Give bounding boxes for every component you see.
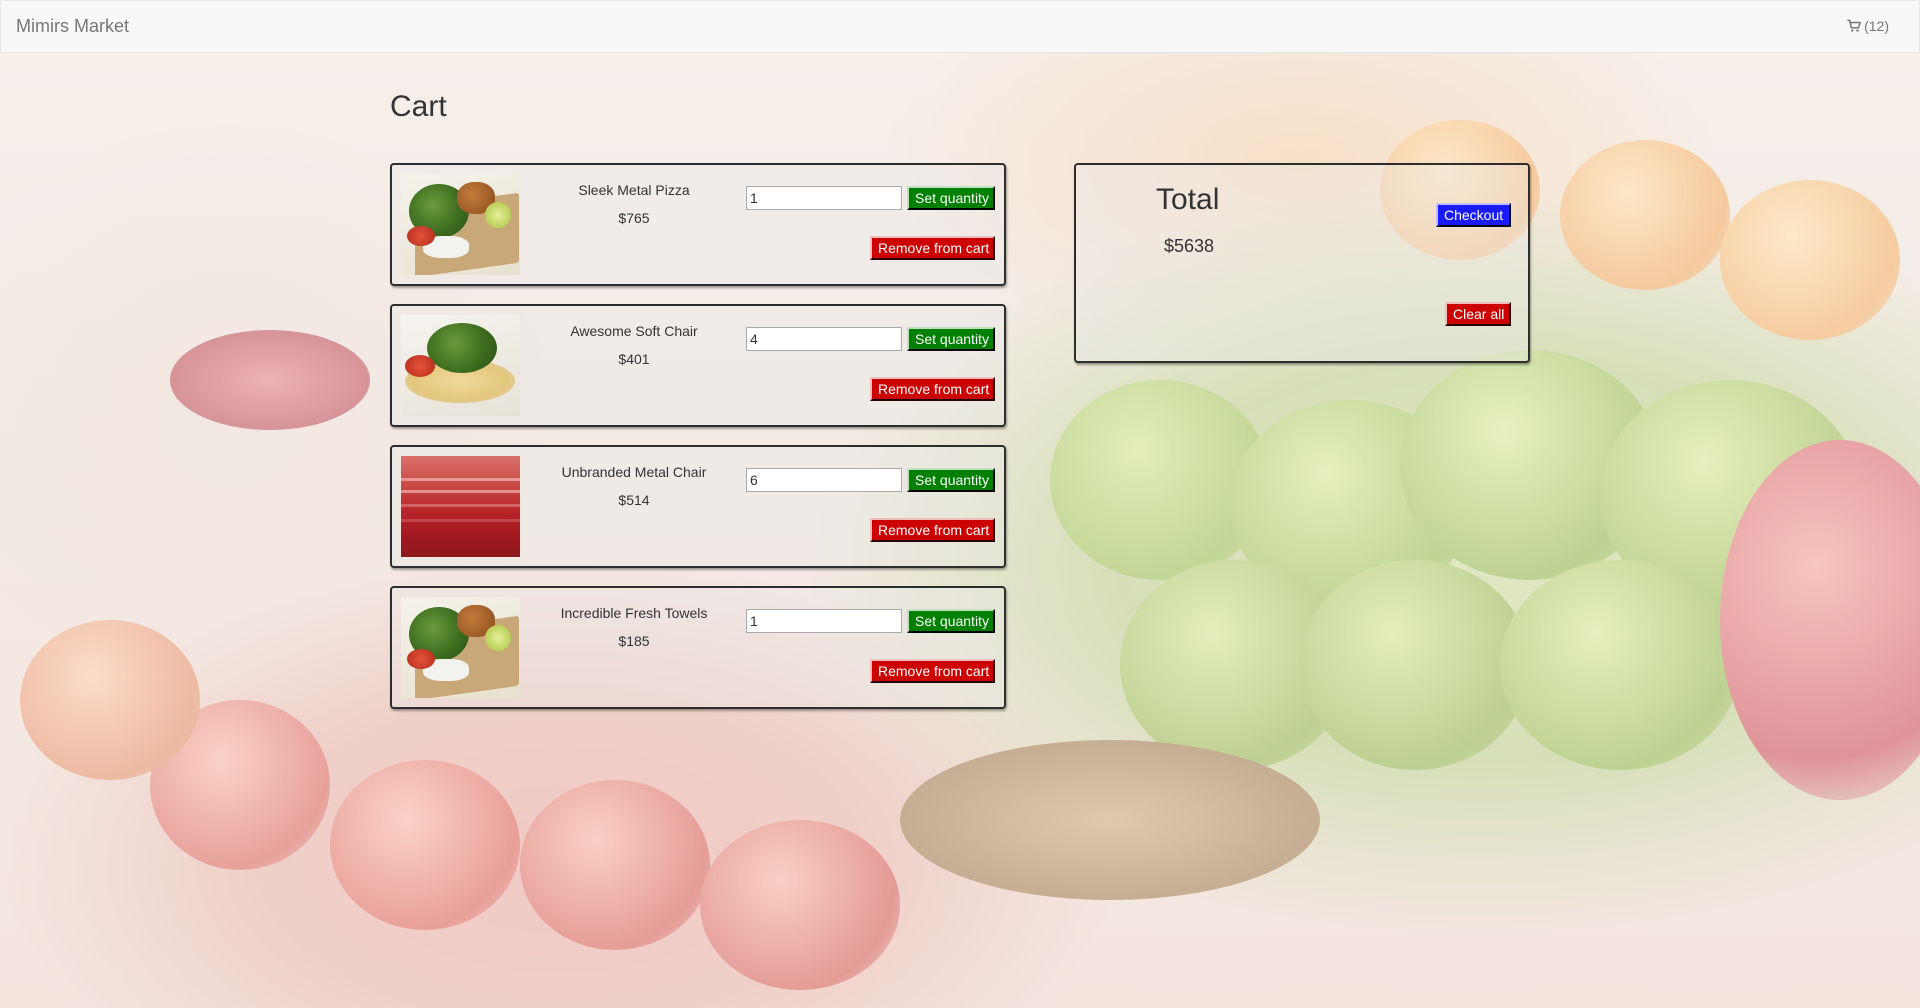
quantity-input[interactable] [746,327,902,351]
cart-count: (12) [1864,18,1889,34]
remove-from-cart-button[interactable]: Remove from cart [870,659,995,683]
product-name: Incredible Fresh Towels [560,605,708,621]
cart-item: Incredible Fresh Towels $185 Set quantit… [390,586,1006,709]
cart-item: Sleek Metal Pizza $765 Set quantity Remo… [390,163,1006,286]
product-image [401,174,520,275]
top-navbar: Mimirs Market (12) [0,0,1920,53]
order-summary-panel: Total $5638 Checkout Clear all [1074,163,1530,363]
remove-from-cart-button[interactable]: Remove from cart [870,518,995,542]
quantity-input[interactable] [746,609,902,633]
page-title: Cart [390,90,447,123]
shopping-cart-icon [1847,19,1862,32]
product-image [401,315,520,416]
product-price: $401 [618,351,650,367]
brand-link[interactable]: Mimirs Market [16,16,129,37]
set-quantity-button[interactable]: Set quantity [907,609,995,633]
product-image [401,456,520,557]
set-quantity-button[interactable]: Set quantity [907,186,995,210]
cart-link[interactable]: (12) [1847,18,1889,34]
remove-from-cart-button[interactable]: Remove from cart [870,236,995,260]
set-quantity-button[interactable]: Set quantity [907,468,995,492]
product-name: Sleek Metal Pizza [578,182,690,198]
checkout-button[interactable]: Checkout [1436,203,1511,227]
product-name: Unbranded Metal Chair [561,464,707,480]
total-heading: Total [1156,183,1220,216]
cart-item: Unbranded Metal Chair $514 Set quantity … [390,445,1006,568]
total-amount: $5638 [1164,236,1215,256]
cart-item: Awesome Soft Chair $401 Set quantity Rem… [390,304,1006,427]
product-price: $765 [618,210,650,226]
product-image [401,597,520,698]
quantity-input[interactable] [746,186,902,210]
quantity-input[interactable] [746,468,902,492]
set-quantity-button[interactable]: Set quantity [907,327,995,351]
product-price: $514 [618,492,650,508]
remove-from-cart-button[interactable]: Remove from cart [870,377,995,401]
cart-item-list: Sleek Metal Pizza $765 Set quantity Remo… [390,163,1006,727]
clear-all-button[interactable]: Clear all [1445,302,1511,326]
product-name: Awesome Soft Chair [570,323,698,339]
product-price: $185 [618,633,650,649]
